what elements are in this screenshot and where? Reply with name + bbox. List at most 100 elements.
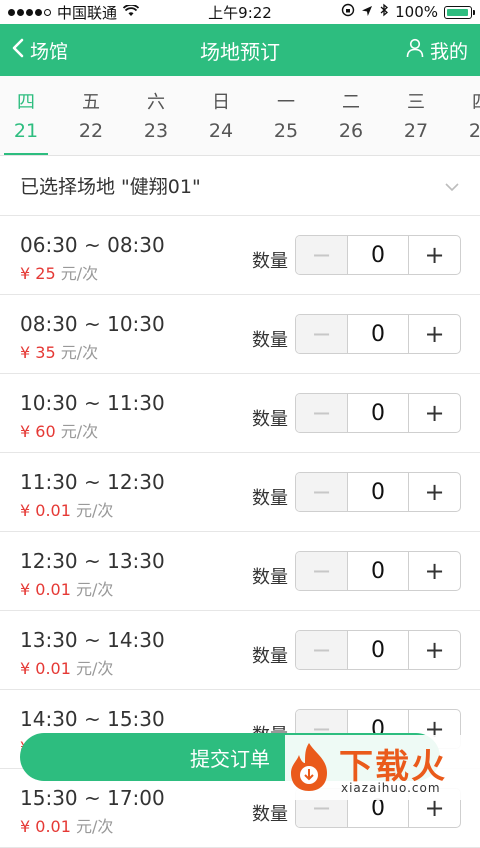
date-weekday: 一 xyxy=(277,92,295,113)
slot-price: ¥ 0.01 元/次 xyxy=(20,576,113,600)
quantity-label: 数量 xyxy=(252,646,288,667)
price-unit: 元/次 xyxy=(60,264,99,283)
price-value: 0.01 xyxy=(35,817,71,836)
quantity-label: 数量 xyxy=(252,567,288,588)
quantity-label: 数量 xyxy=(252,804,288,825)
date-day: 25 xyxy=(273,120,299,142)
decrement-button[interactable]: − xyxy=(296,394,348,432)
date-weekday: 日 xyxy=(212,92,230,113)
slot-price: ¥ 25 元/次 xyxy=(20,260,98,284)
time-slot-row: 12:30 ~ 13:30 ¥ 0.01 元/次 数量 −0 + xyxy=(0,532,480,611)
price-value: 25 xyxy=(35,264,56,283)
date-weekday: 五 xyxy=(82,92,100,113)
date-tab[interactable]: 二 26 xyxy=(321,76,381,155)
increment-button[interactable]: + xyxy=(408,394,460,432)
nav-bar: 场馆 场地预订 我的 xyxy=(0,24,480,76)
decrement-button[interactable]: − xyxy=(296,631,348,669)
increment-button[interactable]: + xyxy=(408,236,460,274)
price-unit: 元/次 xyxy=(60,422,99,441)
date-tab[interactable]: 六 23 xyxy=(126,76,186,155)
currency-symbol: ¥ xyxy=(20,817,31,836)
quantity-label: 数量 xyxy=(252,330,288,351)
price-value: 35 xyxy=(35,343,56,362)
quantity-value: 0 xyxy=(371,558,385,584)
time-slot-row: 11:30 ~ 12:30 ¥ 0.01 元/次 数量 −0 + xyxy=(0,453,480,532)
currency-symbol: ¥ xyxy=(20,343,31,362)
slot-time: 12:30 ~ 13:30 xyxy=(20,549,165,573)
increment-button[interactable]: + xyxy=(408,552,460,590)
date-tab[interactable]: 四 28 xyxy=(451,76,480,155)
slot-time: 14:30 ~ 15:30 xyxy=(20,707,165,731)
currency-symbol: ¥ xyxy=(20,659,31,678)
decrement-button[interactable]: − xyxy=(296,315,348,353)
back-label: 场馆 xyxy=(30,40,69,63)
price-unit: 元/次 xyxy=(76,501,114,520)
slot-time: 11:30 ~ 12:30 xyxy=(20,470,165,494)
increment-button[interactable]: + xyxy=(408,473,460,511)
quantity-value: 0 xyxy=(371,637,385,663)
date-tab[interactable]: 一 25 xyxy=(256,76,316,155)
date-tab[interactable]: 五 22 xyxy=(61,76,121,155)
slot-price: ¥ 35 元/次 xyxy=(20,339,98,363)
back-button[interactable]: 场馆 xyxy=(12,37,68,64)
date-day: 28 xyxy=(468,120,480,142)
chevron-down-icon xyxy=(444,175,460,197)
watermark: 下载火 xiazaihuo.com xyxy=(285,735,480,800)
time-slot-row: 13:30 ~ 14:30 ¥ 0.01 元/次 数量 −0 + xyxy=(0,611,480,690)
quantity-stepper: −0 + xyxy=(295,235,461,275)
date-weekday: 三 xyxy=(407,92,425,113)
slot-time: 08:30 ~ 10:30 xyxy=(20,312,165,336)
venue-label: 已选择场地 "健翔01" xyxy=(20,176,201,198)
currency-symbol: ¥ xyxy=(20,580,31,599)
date-tab[interactable]: 三 27 xyxy=(386,76,446,155)
increment-button[interactable]: + xyxy=(408,631,460,669)
date-tab[interactable]: 日 24 xyxy=(191,76,251,155)
price-unit: 元/次 xyxy=(76,817,114,836)
date-day: 21 xyxy=(13,120,39,142)
slot-price: ¥ 0.01 元/次 xyxy=(20,813,113,837)
price-value: 0.01 xyxy=(35,580,71,599)
decrement-button[interactable]: − xyxy=(296,236,348,274)
date-day: 26 xyxy=(338,120,364,142)
quantity-label: 数量 xyxy=(252,488,288,509)
date-day: 23 xyxy=(143,120,169,142)
date-day: 24 xyxy=(208,120,234,142)
quantity-value: 0 xyxy=(371,321,385,347)
decrement-button[interactable]: − xyxy=(296,473,348,511)
date-weekday: 四 xyxy=(451,88,480,114)
date-weekday: 二 xyxy=(342,92,360,113)
date-selector: 四 21 五 22 六 23 日 24 一 25 二 26 三 27 四 28 xyxy=(0,76,480,156)
quantity-value: 0 xyxy=(371,400,385,426)
quantity-value: 0 xyxy=(371,242,385,268)
slot-time: 10:30 ~ 11:30 xyxy=(20,391,165,415)
flame-logo-icon xyxy=(291,743,327,791)
price-unit: 元/次 xyxy=(76,580,114,599)
chevron-left-icon xyxy=(12,38,24,63)
quantity-stepper: −0 + xyxy=(295,472,461,512)
quantity-stepper: −0 + xyxy=(295,393,461,433)
date-day: 27 xyxy=(403,120,429,142)
status-bar: 中国联通 上午9:22 100% xyxy=(0,0,480,24)
slot-time: 06:30 ~ 08:30 xyxy=(20,233,165,257)
increment-button[interactable]: + xyxy=(408,315,460,353)
user-icon xyxy=(406,38,424,63)
date-tab[interactable]: 四 21 xyxy=(0,76,56,155)
slot-price: ¥ 0.01 元/次 xyxy=(20,655,113,679)
price-value: 0.01 xyxy=(35,501,71,520)
watermark-domain: xiazaihuo.com xyxy=(341,781,441,795)
slot-price: ¥ 60 元/次 xyxy=(20,418,98,442)
quantity-stepper: −0 + xyxy=(295,314,461,354)
my-account-button[interactable]: 我的 xyxy=(406,37,468,64)
price-unit: 元/次 xyxy=(76,659,114,678)
time-slot-row: 08:30 ~ 10:30 ¥ 35 元/次 数量 −0 + xyxy=(0,295,480,374)
time-slot-row: 06:30 ~ 08:30 ¥ 25 元/次 数量 −0 + xyxy=(0,216,480,295)
decrement-button[interactable]: − xyxy=(296,552,348,590)
date-weekday: 四 xyxy=(17,92,35,113)
quantity-stepper: −0 + xyxy=(295,630,461,670)
slot-price: ¥ 0.01 元/次 xyxy=(20,497,113,521)
my-account-label: 我的 xyxy=(429,40,468,63)
venue-selector[interactable]: 已选择场地 "健翔01" xyxy=(0,156,480,216)
status-time: 上午9:22 xyxy=(208,3,272,22)
currency-symbol: ¥ xyxy=(20,501,31,520)
slot-time: 15:30 ~ 17:00 xyxy=(20,786,165,810)
